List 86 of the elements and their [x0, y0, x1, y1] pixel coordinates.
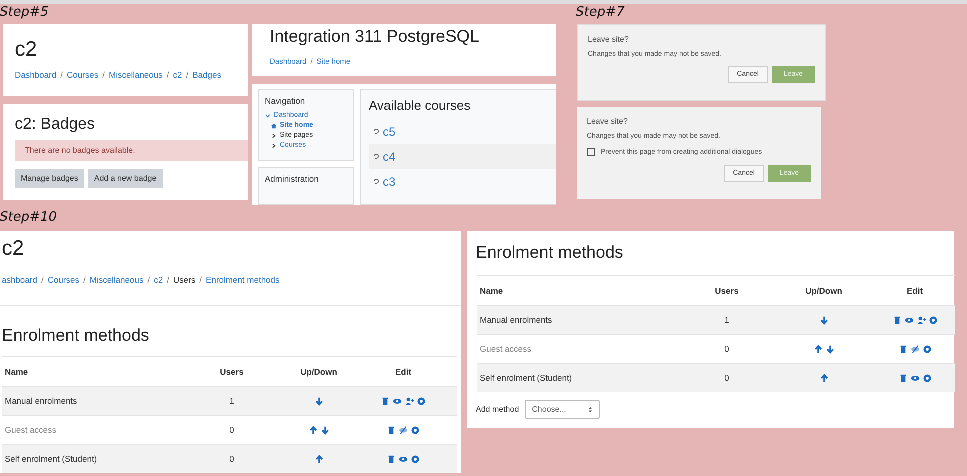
breadcrumb-separator: / [60, 70, 63, 80]
course-link[interactable]: c3 [383, 174, 396, 188]
table-cell: Manual enrolments [477, 306, 681, 334]
arrow-up-icon[interactable] [308, 426, 318, 436]
block-title: Administration [265, 174, 320, 184]
breadcrumb-separator: / [102, 70, 105, 80]
chevron-icon[interactable] [271, 143, 277, 149]
arrow-up-icon[interactable] [814, 345, 822, 354]
breadcrumb-item[interactable]: c2 [154, 275, 164, 285]
page-heading: c2: Badges [15, 116, 96, 134]
trash-icon[interactable] [387, 426, 396, 436]
dropdown-icon [588, 406, 594, 414]
breadcrumb-item[interactable]: c2 [173, 70, 182, 80]
breadcrumb-item[interactable]: Courses [66, 70, 99, 80]
gear-icon[interactable] [922, 345, 932, 354]
breadcrumb-separator: / [200, 275, 202, 285]
trash-icon[interactable] [381, 397, 390, 406]
method-select[interactable]: Choose... [525, 400, 600, 419]
trash-icon[interactable] [387, 455, 396, 464]
breadcrumb-separator: / [167, 275, 170, 285]
eye-icon[interactable] [910, 374, 920, 384]
site-title: Integration 311 PostgreSQL [270, 27, 480, 47]
gear-icon[interactable] [928, 316, 938, 326]
table-cell: 0 [681, 364, 773, 392]
breadcrumb-item[interactable]: Miscellaneous [90, 275, 144, 285]
trash-icon[interactable] [892, 316, 902, 326]
step-label: Step#7 [576, 4, 626, 22]
gear-icon[interactable] [411, 426, 420, 436]
chevron-icon[interactable] [271, 133, 277, 139]
gear-icon[interactable] [411, 455, 420, 464]
add-badge-button[interactable]: Add a new badge [88, 169, 163, 188]
course-link[interactable]: c4 [383, 150, 396, 164]
section-heading: Available courses [369, 98, 472, 113]
arrow-up-icon[interactable] [314, 455, 324, 464]
breadcrumb-separator: / [148, 275, 150, 285]
course-icon [373, 153, 380, 160]
checkbox[interactable] [587, 148, 595, 156]
table-cell: 1 [681, 306, 773, 334]
eye-slash-icon[interactable] [910, 345, 920, 354]
eye-icon[interactable] [904, 316, 914, 326]
breadcrumb-separator: / [166, 70, 170, 80]
block-title: Navigation [265, 96, 306, 106]
breadcrumb-item[interactable]: Miscellaneous [109, 70, 163, 80]
course-title: c2 [1, 237, 26, 261]
arrow-down-icon[interactable] [314, 397, 324, 406]
eye-icon[interactable] [399, 455, 408, 464]
course-icon [373, 178, 380, 185]
gear-icon[interactable] [922, 374, 932, 384]
gear-icon[interactable] [417, 397, 426, 406]
breadcrumb-separator: / [41, 275, 44, 285]
page-heading: Enrolment methods [476, 243, 624, 263]
arrow-down-icon[interactable] [826, 345, 834, 354]
user-plus-icon[interactable] [916, 316, 926, 326]
eye-icon[interactable] [393, 397, 402, 406]
table-cell: Self enrolment (Student) [477, 364, 681, 392]
manage-badges-button[interactable]: Manage badges [15, 169, 84, 188]
breadcrumb-separator: / [186, 70, 189, 80]
table-cell: 0 [176, 444, 288, 473]
breadcrumb-item[interactable]: ashboard [2, 275, 38, 285]
table-cell: Self enrolment (Student) [2, 444, 176, 473]
dialog-title: Leave site? [588, 35, 630, 44]
home-icon [271, 123, 277, 129]
arrow-up-icon[interactable] [820, 374, 828, 384]
user-plus-icon[interactable] [405, 397, 414, 406]
breadcrumb-item[interactable]: Courses [48, 275, 80, 285]
alert-message: There are no badges available. [15, 140, 248, 161]
breadcrumb-separator: / [83, 275, 86, 285]
step-label: Step#5 [0, 4, 50, 22]
course-link[interactable]: c5 [383, 124, 396, 138]
arrow-down-icon[interactable] [820, 316, 828, 326]
breadcrumb-item: Users [173, 275, 196, 285]
course-title: c2 [15, 38, 38, 62]
table-cell: 1 [176, 386, 288, 416]
breadcrumb-item[interactable]: Badges [192, 70, 222, 80]
table-cell: Manual enrolments [2, 386, 176, 416]
trash-icon[interactable] [898, 345, 908, 354]
breadcrumb-item[interactable]: Dashboard [15, 70, 57, 80]
page-heading: Enrolment methods [1, 326, 150, 346]
eye-slash-icon[interactable] [399, 426, 408, 436]
add-method-label: Add method [476, 405, 520, 414]
dialog-title: Leave site? [587, 117, 629, 126]
breadcrumb-item[interactable]: Enrolment methods [206, 275, 280, 285]
step-label: Step#10 [0, 209, 58, 227]
arrow-down-icon[interactable] [320, 426, 330, 436]
trash-icon[interactable] [898, 374, 908, 384]
course-icon [373, 128, 380, 135]
